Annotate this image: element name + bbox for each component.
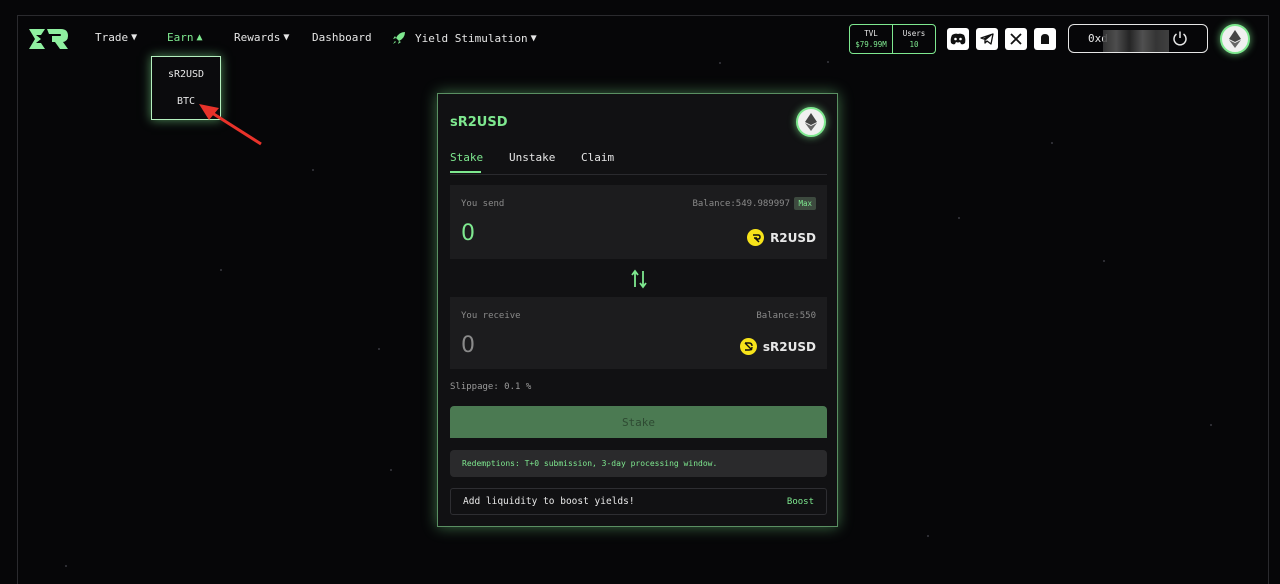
max-button[interactable]: Max [794, 197, 816, 210]
receive-panel: You receive Balance:550 0 sR2USD [450, 297, 827, 369]
chevron-down-icon: ▼ [131, 32, 138, 43]
tab-divider [450, 174, 827, 175]
rocket-icon [393, 32, 405, 44]
receive-balance: Balance:550 [756, 311, 816, 321]
nav-earn[interactable]: Earn ▲ [167, 31, 203, 44]
chevron-up-icon: ▲ [196, 32, 203, 43]
x-button[interactable] [1005, 28, 1027, 50]
r2usd-token-icon [747, 229, 765, 246]
card-title: sR2USD [450, 115, 508, 130]
stake-card: sR2USD Stake Unstake Claim You send Bala… [437, 93, 838, 527]
star-dot [827, 61, 829, 63]
network-selector-button[interactable] [1220, 24, 1250, 54]
users-stat: Users 10 [892, 25, 935, 53]
tvl-stat: TVL $79.99M [850, 25, 892, 53]
receive-token-display: sR2USD [739, 338, 816, 355]
receive-token-symbol: sR2USD [762, 339, 816, 354]
star-dot [958, 217, 960, 219]
tvl-label: TVL [864, 29, 878, 38]
card-network-badge [796, 107, 826, 137]
send-label: You send [461, 199, 505, 209]
nav-yield-label: Yield Stimulation [415, 31, 528, 45]
tvl-users-stats: TVL $79.99M Users 10 [849, 24, 936, 54]
send-amount-input[interactable]: 0 [461, 221, 475, 246]
star-dot [1051, 142, 1053, 144]
send-balance: Balance:549.989997 [692, 199, 790, 209]
star-dot [312, 169, 314, 171]
nav-dashboard[interactable]: Dashboard [312, 31, 372, 44]
discord-button[interactable] [947, 28, 969, 50]
tab-unstake[interactable]: Unstake [509, 151, 555, 164]
star-dot [927, 535, 929, 537]
ghost-button[interactable] [1034, 28, 1056, 50]
telegram-icon [980, 33, 994, 45]
users-label: Users [902, 29, 926, 38]
boost-banner: Add liquidity to boost yields! Boost [450, 488, 827, 515]
star-dot [378, 348, 380, 350]
nav-trade-label: Trade [95, 31, 129, 44]
nav-yield-stimulation[interactable]: Yield Stimulation ▼ [392, 31, 537, 45]
power-icon[interactable] [1172, 30, 1188, 46]
ghost-icon [1041, 34, 1049, 44]
redacted-address-overlay [1103, 30, 1169, 52]
send-token-selector[interactable]: R2USD [747, 229, 816, 246]
ethereum-icon [1229, 30, 1241, 48]
send-panel: You send Balance:549.989997 Max 0 R2USD [450, 185, 827, 259]
brand-logo[interactable] [27, 26, 69, 52]
telegram-button[interactable] [976, 28, 998, 50]
star-dot [65, 565, 67, 567]
redemption-notice: Redemptions: T+0 submission, 3-day proce… [450, 450, 827, 477]
tvl-value: $79.99M [855, 40, 887, 49]
users-value: 10 [909, 40, 919, 49]
tab-stake[interactable]: Stake [450, 151, 483, 164]
active-tab-indicator [450, 171, 481, 173]
earn-menu-item-sr2usd[interactable]: sR2USD [152, 69, 220, 80]
stake-button[interactable]: Stake [450, 406, 827, 438]
star-dot [1210, 424, 1212, 426]
swap-direction-icon[interactable] [631, 269, 647, 289]
receive-label: You receive [461, 311, 521, 321]
star-dot [390, 469, 392, 471]
discord-icon [950, 33, 966, 45]
tab-claim[interactable]: Claim [581, 151, 614, 164]
star-dot [719, 62, 721, 64]
nav-earn-label: Earn [167, 31, 194, 44]
slippage-setting[interactable]: Slippage: 0.1 % [450, 382, 531, 392]
annotation-arrow-icon [199, 104, 262, 146]
chevron-down-icon: ▼ [283, 32, 290, 43]
chevron-down-icon: ▼ [530, 32, 537, 44]
star-dot [220, 269, 222, 271]
nav-rewards-label: Rewards [234, 31, 281, 44]
nav-trade[interactable]: Trade ▼ [95, 31, 137, 44]
sr2usd-token-icon [739, 338, 757, 355]
star-dot [1103, 260, 1105, 262]
receive-amount: 0 [461, 333, 475, 358]
send-token-symbol: R2USD [770, 230, 816, 245]
x-icon [1010, 33, 1022, 45]
nav-rewards[interactable]: Rewards ▼ [234, 31, 289, 44]
ethereum-icon [805, 113, 817, 131]
boost-text: Add liquidity to boost yields! [463, 496, 635, 507]
nav-dashboard-label: Dashboard [312, 31, 372, 44]
boost-link[interactable]: Boost [787, 497, 814, 507]
